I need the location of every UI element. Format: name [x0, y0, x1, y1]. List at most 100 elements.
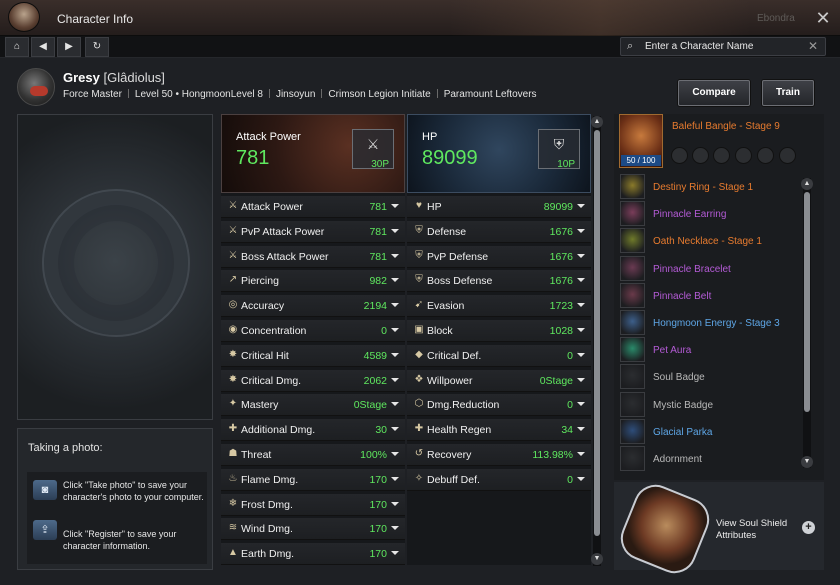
equipment-item-name[interactable]: Pinnacle Belt	[653, 291, 711, 302]
equipment-item-name[interactable]: Adornment	[653, 454, 702, 465]
chevron-down-icon[interactable]	[391, 253, 399, 258]
chevron-down-icon[interactable]	[391, 526, 399, 531]
chevron-down-icon[interactable]	[577, 427, 585, 432]
equipment-item-name[interactable]: Hongmoon Energy - Stage 3	[653, 318, 780, 329]
equipment-item-name[interactable]: Soul Badge	[653, 372, 705, 383]
attack-stat-row[interactable]: ◉ Concentration 0	[221, 320, 405, 342]
equipment-item-name[interactable]: Glacial Parka	[653, 427, 712, 438]
scroll-up-icon[interactable]: ▲	[591, 116, 603, 128]
attack-stat-row[interactable]: ◎ Accuracy 2194	[221, 295, 405, 318]
chevron-down-icon[interactable]	[391, 551, 399, 556]
equipment-scroll-thumb[interactable]	[804, 192, 810, 412]
defense-stat-row[interactable]: ✚ Health Regen 34	[407, 419, 591, 442]
defense-stat-row[interactable]: ▣ Block 1028	[407, 320, 591, 342]
chevron-down-icon[interactable]	[577, 402, 585, 407]
chevron-down-icon[interactable]	[391, 501, 399, 506]
equipment-item-icon[interactable]	[620, 201, 645, 227]
equipment-item-name[interactable]: Pinnacle Bracelet	[653, 264, 731, 275]
chevron-down-icon[interactable]	[391, 427, 399, 432]
gem-slot-icon[interactable]	[757, 147, 774, 164]
equipment-item[interactable]: Pet Aura	[620, 337, 800, 363]
defense-stat-row[interactable]: ⛨ Boss Defense 1676	[407, 270, 591, 293]
scroll-down-icon[interactable]: ▼	[801, 456, 813, 468]
equipment-item[interactable]: Pinnacle Earring	[620, 201, 800, 227]
chevron-down-icon[interactable]	[391, 278, 399, 283]
expand-icon[interactable]: +	[802, 521, 815, 534]
home-button[interactable]: ⌂	[5, 37, 29, 57]
defense-stat-row[interactable]: ↺ Recovery 113.98%	[407, 444, 591, 466]
defense-stat-row[interactable]: ⬡ Dmg.Reduction 0	[407, 394, 591, 417]
equipment-item-name[interactable]: Oath Necklace - Stage 1	[653, 236, 762, 247]
scroll-down-icon[interactable]: ▼	[591, 553, 603, 565]
equipment-item-icon[interactable]	[620, 446, 645, 471]
equipment-item-icon[interactable]	[620, 310, 645, 335]
chevron-down-icon[interactable]	[391, 476, 399, 481]
clear-search-icon[interactable]: ✕	[808, 39, 818, 53]
chevron-down-icon[interactable]	[391, 228, 399, 233]
equipment-item-icon[interactable]	[620, 255, 645, 281]
refresh-button[interactable]: ↻	[85, 37, 109, 57]
chevron-down-icon[interactable]	[391, 328, 399, 332]
attack-stat-row[interactable]: ♨ Flame Dmg. 170	[221, 468, 405, 491]
chevron-down-icon[interactable]	[577, 476, 585, 481]
compare-button[interactable]: Compare	[678, 80, 750, 106]
equipment-item-icon[interactable]	[620, 228, 645, 254]
equipment-item[interactable]: Pinnacle Bracelet	[620, 255, 800, 282]
chevron-down-icon[interactable]	[577, 228, 585, 233]
search-input[interactable]: ⌕ Enter a Character Name ✕	[620, 37, 826, 56]
forward-button[interactable]: ▶	[57, 37, 81, 57]
attack-stat-row[interactable]: ▲ Earth Dmg. 170	[221, 543, 405, 566]
close-icon[interactable]: ✕	[812, 7, 834, 29]
defense-stat-row[interactable]: ⛨ PvP Defense 1676	[407, 245, 591, 268]
defense-stat-row[interactable]: ◆ Critical Def. 0	[407, 344, 591, 367]
chevron-down-icon[interactable]	[391, 377, 399, 382]
attack-stat-row[interactable]: ❄ Frost Dmg. 170	[221, 493, 405, 516]
gem-slot-icon[interactable]	[692, 147, 709, 164]
gem-slot-icon[interactable]	[671, 147, 688, 164]
equipment-item[interactable]: Hongmoon Energy - Stage 3	[620, 310, 800, 336]
chevron-down-icon[interactable]	[391, 303, 399, 308]
back-button[interactable]: ◀	[31, 37, 55, 57]
scroll-up-icon[interactable]: ▲	[801, 178, 813, 190]
equipment-item-icon[interactable]	[620, 418, 645, 444]
chevron-down-icon[interactable]	[577, 328, 585, 332]
soul-shield-label[interactable]: View Soul Shield Attributes	[716, 518, 796, 541]
equipment-item-name[interactable]: Pinnacle Earring	[653, 209, 726, 220]
chevron-down-icon[interactable]	[577, 377, 585, 382]
equipment-item[interactable]: Pinnacle Belt	[620, 282, 800, 309]
attack-stat-row[interactable]: ≋ Wind Dmg. 170	[221, 518, 405, 541]
register-icon[interactable]: ⇪	[33, 520, 57, 540]
chevron-down-icon[interactable]	[577, 253, 585, 258]
train-button[interactable]: Train	[762, 80, 814, 106]
gem-slot-icon[interactable]	[735, 147, 752, 164]
attack-stat-row[interactable]: ✚ Additional Dmg. 30	[221, 419, 405, 442]
chevron-down-icon[interactable]	[577, 204, 585, 208]
attack-stat-row[interactable]: ⚔ Attack Power 781	[221, 196, 405, 218]
stats-scroll-thumb[interactable]	[594, 130, 600, 536]
defense-stat-row[interactable]: ❖ Willpower 0Stage	[407, 369, 591, 392]
chevron-down-icon[interactable]	[577, 278, 585, 283]
attack-stat-row[interactable]: ↗ Piercing 982	[221, 270, 405, 293]
equipment-item-icon[interactable]	[620, 391, 645, 417]
equipment-item[interactable]: Destiny Ring - Stage 1	[620, 174, 800, 200]
chevron-down-icon[interactable]	[391, 352, 399, 357]
equipment-item[interactable]: Oath Necklace - Stage 1	[620, 228, 800, 254]
chevron-down-icon[interactable]	[577, 452, 585, 456]
equipment-item-icon[interactable]	[620, 337, 645, 363]
attack-stat-row[interactable]: ✸ Critical Hit 4589	[221, 344, 405, 367]
camera-icon[interactable]: ◙	[33, 480, 57, 500]
equipment-scrollbar[interactable]: ▲ ▼	[801, 178, 813, 468]
equipment-item[interactable]: Mystic Badge	[620, 391, 800, 418]
attack-stat-row[interactable]: ☗ Threat 100%	[221, 444, 405, 466]
defense-stat-row[interactable]: ➹ Evasion 1723	[407, 295, 591, 318]
defense-stat-row[interactable]: ✧ Debuff Def. 0	[407, 468, 591, 491]
defense-stat-row[interactable]: ⛨ Defense 1676	[407, 220, 591, 243]
chevron-down-icon[interactable]	[391, 204, 399, 208]
attack-stat-row[interactable]: ✦ Mastery 0Stage	[221, 394, 405, 417]
equipment-item-icon[interactable]	[620, 282, 645, 308]
equipment-item[interactable]: Adornment	[620, 446, 800, 472]
equipment-item-name[interactable]: Destiny Ring - Stage 1	[653, 182, 753, 193]
chevron-down-icon[interactable]	[577, 303, 585, 308]
equipment-item-icon[interactable]	[620, 174, 645, 199]
attack-stat-row[interactable]: ✸ Critical Dmg. 2062	[221, 369, 405, 392]
